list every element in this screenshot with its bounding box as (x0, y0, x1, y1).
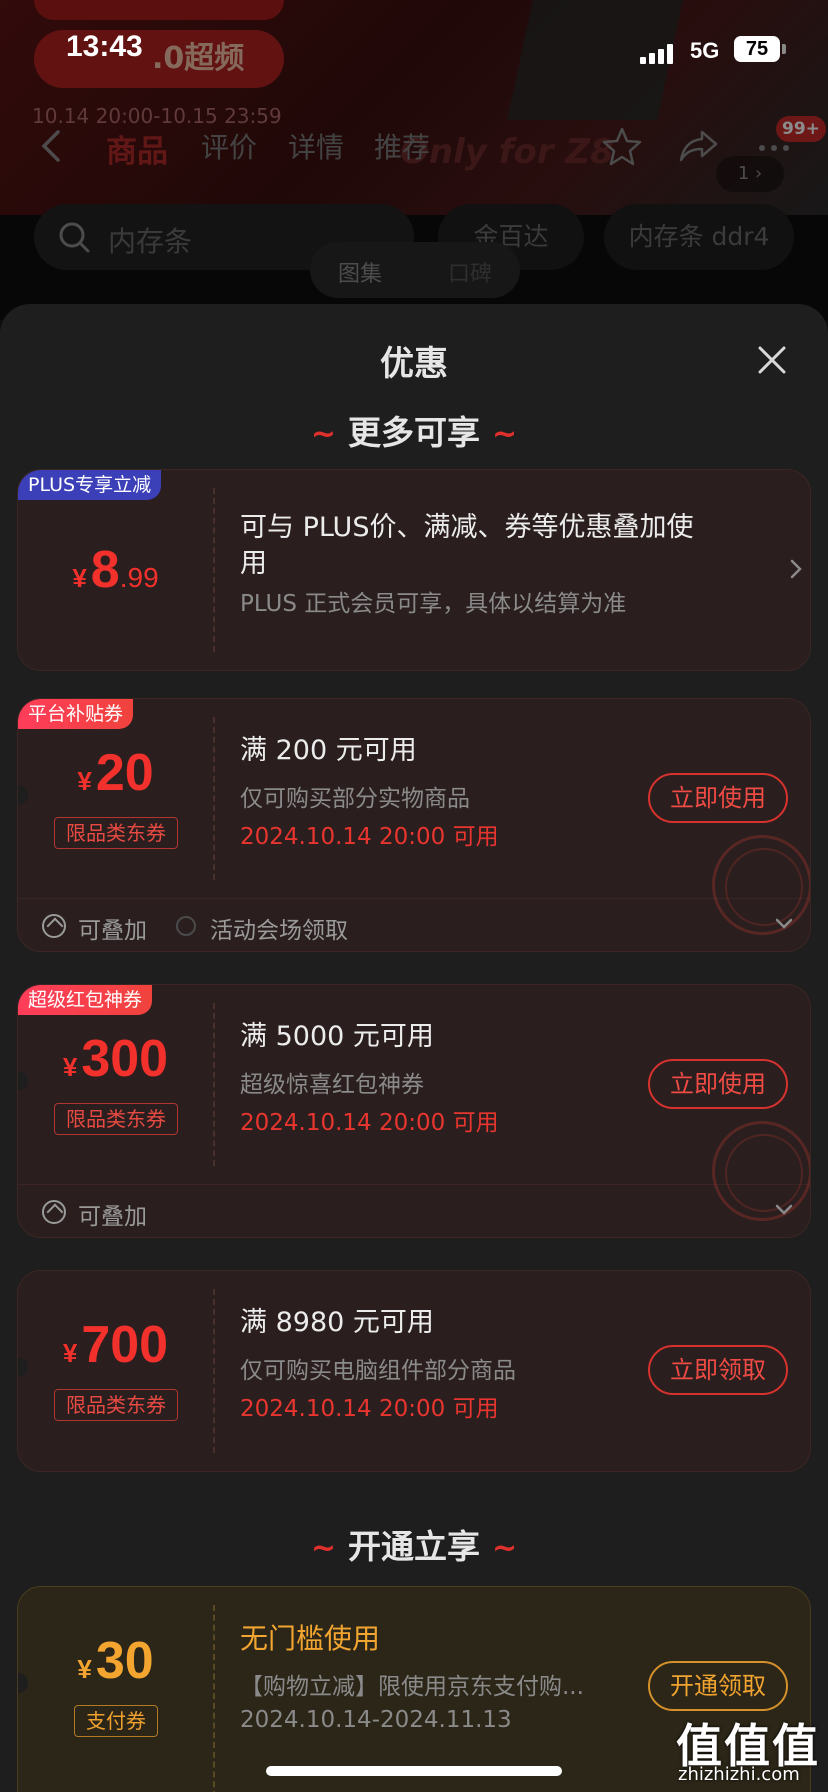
tilde-decor: ~ (310, 417, 336, 452)
battery-tip (782, 44, 786, 54)
amount-value: 20 (95, 744, 154, 802)
amount-integer: 8 (90, 541, 120, 599)
watermark-site: zhizhizhi.com (678, 1764, 800, 1785)
coupon-subtitle: 【购物立减】限使用京东支付购... (240, 1674, 584, 1700)
use-now-button[interactable]: 立即使用 (648, 773, 788, 823)
coupon-date: 2024.10.14 20:00 可用 (240, 1396, 499, 1422)
amount-value: 30 (95, 1632, 154, 1690)
stackable-label: 可叠加 (78, 918, 147, 944)
coupon-amount: ¥30 (18, 1631, 213, 1691)
status-time: 13:43 (66, 30, 143, 63)
category-limit-badge: 限品类东券 (54, 1389, 178, 1421)
sheet-title: 优惠 (380, 344, 448, 384)
card-tag: 超级红包神券 (18, 985, 153, 1015)
coupon-card[interactable]: ¥700 限品类东券 满 8980 元可用 仅可购买电脑组件部分商品 2024.… (17, 1270, 811, 1472)
home-indicator[interactable] (266, 1766, 562, 1776)
currency-symbol: ¥ (62, 1052, 78, 1082)
chevron-right-icon[interactable] (788, 558, 804, 580)
coupon-subtitle: 超级惊喜红包神券 (240, 1072, 424, 1098)
discount-sheet: 优惠 ~ 更多可享 ~ PLUS专享立减 ¥8.99 可与 PLUS价、满减、券等优… (0, 304, 828, 1792)
card-divider (213, 1605, 215, 1792)
coupon-title: 满 8980 元可用 (240, 1307, 434, 1338)
coupon-date: 2024.10.14 20:00 可用 (240, 1110, 499, 1136)
currency-symbol: ¥ (72, 563, 87, 593)
activate-claim-button[interactable]: 开通领取 (648, 1661, 788, 1711)
currency-symbol: ¥ (62, 1338, 78, 1368)
coupon-date: 2024.10.14-2024.11.13 (240, 1707, 512, 1733)
payment-coupon-badge: 支付券 (74, 1705, 158, 1737)
coupon-amount: ¥300 (18, 1029, 213, 1089)
stackable-label: 可叠加 (78, 1204, 147, 1230)
coupon-main: 平台补贴券 ¥20 限品类东券 满 200 元可用 仅可购买部分实物商品 202… (18, 699, 810, 935)
amount-value: 300 (81, 1030, 169, 1088)
card-tag: PLUS专享立减 (18, 470, 162, 500)
card-tag: 平台补贴券 (18, 699, 134, 729)
card-divider (213, 1003, 215, 1166)
section-open-header: ~ 开通立享 ~ (0, 1520, 828, 1568)
coupon-card[interactable]: 平台补贴券 ¥20 限品类东券 满 200 元可用 仅可购买部分实物商品 202… (17, 698, 811, 952)
section-more-title: 更多可享 (348, 413, 480, 452)
category-limit-badge: 限品类东券 (54, 817, 178, 849)
category-limit-badge: 限品类东券 (54, 1103, 178, 1135)
card-divider (213, 488, 215, 652)
coupon-title: 可与 PLUS价、满减、券等优惠叠加使用 (240, 512, 694, 579)
currency-symbol: ¥ (77, 1654, 92, 1684)
tilde-decor: ~ (492, 417, 518, 452)
coupon-main: 超级红包神券 ¥300 限品类东券 满 5000 元可用 超级惊喜红包神券 20… (18, 985, 810, 1221)
coupon-footer[interactable]: 可叠加 (18, 1185, 810, 1237)
plus-discount-card[interactable]: PLUS专享立减 ¥8.99 可与 PLUS价、满减、券等优惠叠加使用 PLUS… (17, 469, 811, 671)
coupon-subtitle: PLUS 正式会员可享，具体以结算为准 (240, 591, 627, 617)
battery-icon: 75 (734, 36, 780, 62)
close-icon[interactable] (752, 340, 792, 380)
stack-icon (42, 914, 66, 938)
venue-icon (176, 916, 196, 936)
stack-icon (42, 1200, 66, 1224)
status-bar: 13:43 5G 75 (0, 30, 828, 76)
coupon-date: 2024.10.14 20:00 可用 (240, 824, 499, 850)
coupon-amount: ¥20 (18, 743, 213, 803)
signal-icon (640, 42, 676, 64)
tilde-decor: ~ (492, 1531, 518, 1566)
coupon-subtitle: 仅可购买电脑组件部分商品 (240, 1358, 516, 1384)
use-now-button[interactable]: 立即使用 (648, 1059, 788, 1109)
claim-now-button[interactable]: 立即领取 (648, 1345, 788, 1395)
currency-symbol: ¥ (77, 766, 92, 796)
card-divider (213, 717, 215, 880)
coupon-title: 满 200 元可用 (240, 735, 417, 766)
section-more-header: ~ 更多可享 ~ (0, 406, 828, 454)
coupon-amount: ¥8.99 (18, 540, 213, 600)
amount-value: 700 (81, 1316, 169, 1374)
chevron-down-icon[interactable] (774, 1203, 794, 1217)
coupon-footer[interactable]: 可叠加 活动会场领取 (18, 899, 810, 951)
section-open-title: 开通立享 (348, 1527, 480, 1566)
watermark: 值值值 zhizhizhi.com (676, 1710, 828, 1792)
coupon-title: 满 5000 元可用 (240, 1021, 434, 1052)
coupon-card[interactable]: 超级红包神券 ¥300 限品类东券 满 5000 元可用 超级惊喜红包神券 20… (17, 984, 811, 1238)
tilde-decor: ~ (310, 1531, 336, 1566)
card-divider (213, 1289, 215, 1453)
chevron-down-icon[interactable] (774, 917, 794, 931)
network-type: 5G (690, 38, 720, 63)
coupon-subtitle: 仅可购买部分实物商品 (240, 786, 470, 812)
coupon-title: 无门槛使用 (240, 1622, 381, 1655)
source-label: 活动会场领取 (210, 918, 348, 944)
amount-decimal: .99 (119, 562, 159, 593)
coupon-amount: ¥700 (18, 1315, 213, 1375)
